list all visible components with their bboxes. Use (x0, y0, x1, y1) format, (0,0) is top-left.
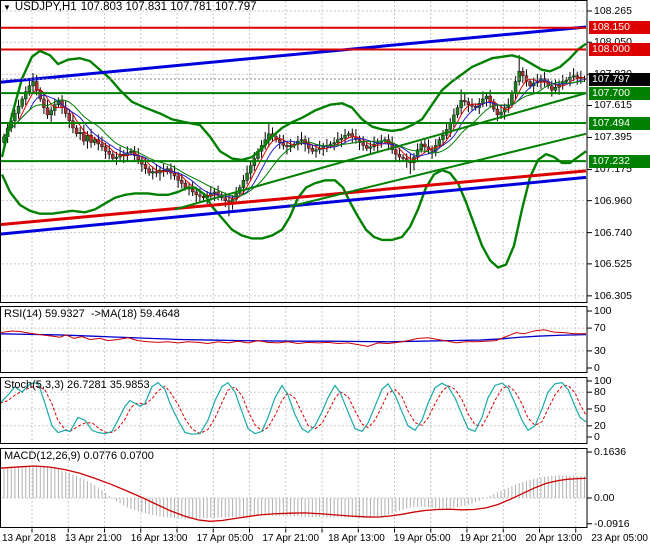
macd-tick-label: 0.00 (594, 492, 615, 504)
stoch-tick-label: 0 (594, 431, 600, 443)
stoch-tick-label: 80 (594, 386, 606, 399)
rsi-tick-label: 30 (594, 344, 606, 357)
price-line-badge: 107.494 (589, 116, 650, 130)
stoch-indicator-label: Stoch(5,3,3) 26.7281 35.9853 (4, 379, 150, 391)
time-axis-label: 19 Apr 05:00 (393, 533, 451, 544)
rsi-tick-label: 100 (594, 305, 612, 317)
chart-window: ▼ USDJPY,H1 107.803 107.831 107.781 107.… (0, 0, 650, 550)
stoch-tick-label: 100 (594, 375, 612, 387)
time-axis-label: 17 Apr 21:00 (262, 533, 320, 544)
rsi-indicator-label: RSI(14) 59.9327 ->MA(18) 59.4648 (4, 308, 180, 320)
price-tick-label: 106.305 (594, 289, 632, 302)
time-axis-label: 18 Apr 13:00 (328, 533, 385, 544)
time-axis-label: 13 Apr 21:00 (65, 533, 122, 544)
price-line-badge: 107.232 (589, 154, 650, 168)
price-line-badge: 107.797 (589, 72, 650, 86)
rsi-tick-label: 70 (594, 322, 606, 335)
price-line-badge: 108.150 (589, 21, 650, 35)
time-axis-label: 19 Apr 21:00 (459, 533, 517, 544)
price-tick-label: 107.395 (594, 131, 632, 144)
symbol-dropdown-icon[interactable]: ▼ (3, 2, 11, 13)
time-axis-label: 16 Apr 13:00 (130, 533, 188, 544)
price-tick-label: 106.960 (594, 194, 632, 207)
stoch-tick-label: 20 (594, 419, 606, 432)
price-tick-label: 108.265 (594, 5, 632, 17)
price-tick-label: 106.525 (594, 257, 632, 270)
chart-canvas[interactable] (0, 0, 650, 550)
stoch-tick-label: 50 (594, 403, 606, 415)
price-tick-label: 106.740 (594, 226, 632, 239)
macd-tick-label: -0.0916 (594, 517, 630, 530)
macd-tick-label: 0.1636 (594, 446, 627, 459)
symbol-label: USDJPY,H1 (14, 1, 77, 13)
time-axis-label: 20 Apr 13:00 (525, 533, 583, 544)
rsi-tick-label: 0 (594, 362, 600, 374)
price-line-badge: 108.000 (589, 43, 650, 56)
chart-title-bar: ▼ USDJPY,H1 107.803 107.831 107.781 107.… (3, 1, 257, 13)
macd-indicator-label: MACD(12,26,9) 0.0776 0.0700 (4, 450, 154, 462)
time-axis-label: 23 Apr 05:00 (591, 533, 648, 544)
time-axis-label: 17 Apr 05:00 (196, 533, 254, 544)
price-line-badge: 107.700 (589, 86, 650, 100)
ohlc-values: 107.803 107.831 107.781 107.797 (80, 1, 257, 13)
time-axis-label: 13 Apr 2018 (2, 533, 56, 544)
price-tick-label: 107.615 (594, 99, 632, 112)
time-axis[interactable]: 13 Apr 2018 13 Apr 21:00 16 Apr 13:00 17 Ap… (0, 533, 650, 544)
